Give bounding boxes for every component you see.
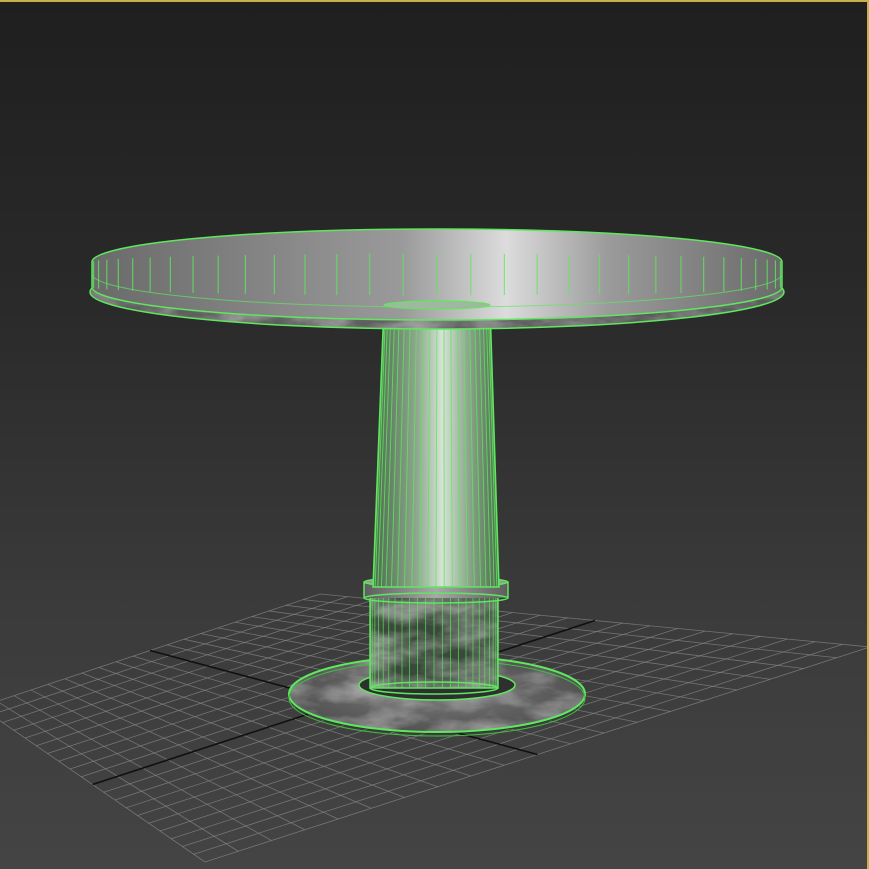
table-top[interactable] — [89, 228, 785, 330]
3d-viewport[interactable] — [0, 0, 869, 869]
viewport-scene[interactable] — [0, 2, 869, 869]
table-model[interactable] — [89, 228, 785, 737]
pedestal-lower-collar[interactable] — [369, 595, 499, 695]
pedestal-column[interactable] — [372, 304, 500, 588]
